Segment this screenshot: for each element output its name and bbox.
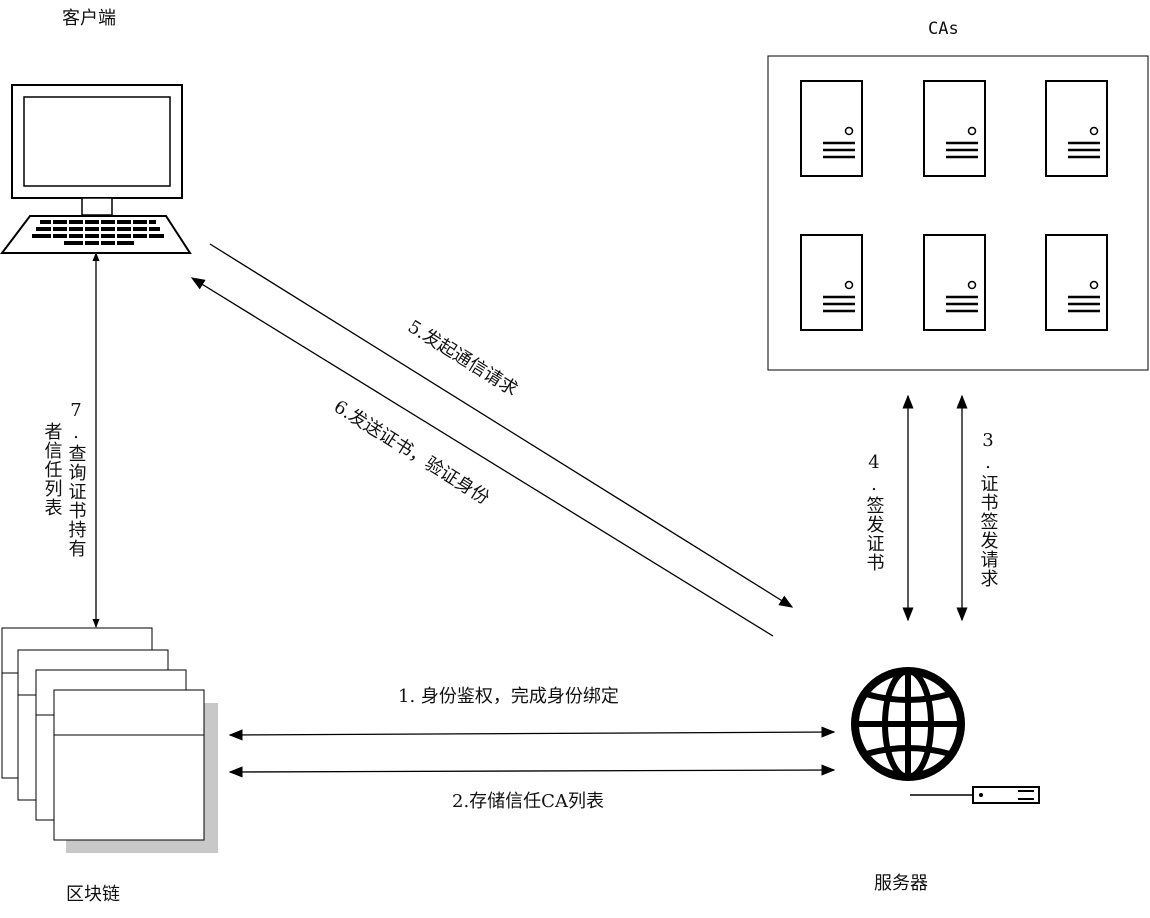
client-label: 客户端 <box>62 8 116 29</box>
server-label: 服务器 <box>874 873 928 894</box>
server-globe-icon <box>851 667 1040 804</box>
step-3-label: 3.证书签发请求 <box>977 430 999 588</box>
arrow-step-2 <box>228 764 836 778</box>
step-1-label: 1. 身份鉴权，完成身份绑定 <box>398 686 619 707</box>
blockchain-label: 区块链 <box>66 884 120 905</box>
ca-server-icon-2 <box>923 80 986 177</box>
step-7-label-line2: 者信任列表 <box>41 422 63 517</box>
ca-server-icon-5 <box>923 234 986 331</box>
ca-server-icon-6 <box>1045 234 1108 331</box>
arrow-step-5 <box>209 243 794 608</box>
cas-label: CAs <box>928 19 959 39</box>
ca-cluster <box>767 55 1149 371</box>
ca-server-icon-1 <box>800 80 863 177</box>
step-2-label: 2.存储信任CA列表 <box>452 791 604 812</box>
ca-server-icon-4 <box>800 234 863 331</box>
arrow-step-1 <box>228 726 836 741</box>
step-4-label: 4.签发证书 <box>863 452 885 572</box>
arrow-step-6 <box>190 277 774 637</box>
blockchain-blocks-icon <box>1 627 218 853</box>
client-computer-icon <box>0 84 192 254</box>
step-7-label-line1: 7.查询证书持有 <box>65 400 87 558</box>
ca-server-icon-3 <box>1045 80 1108 177</box>
